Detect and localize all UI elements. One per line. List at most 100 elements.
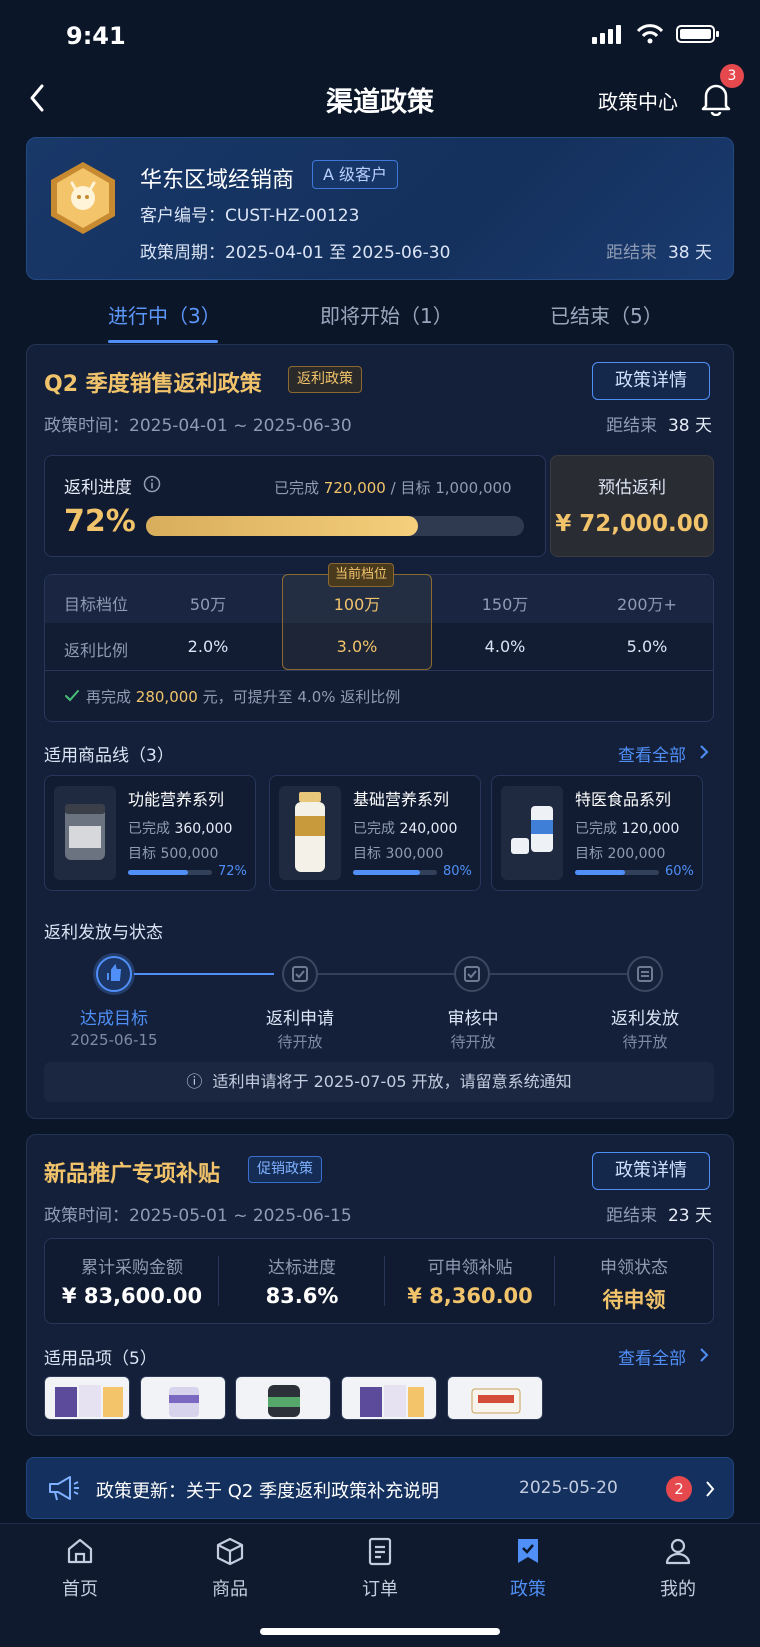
product-done-label: 已完成 bbox=[575, 821, 617, 837]
policy2-detail-button[interactable]: 政策详情 bbox=[592, 1152, 710, 1190]
product-done-value: 120,000 bbox=[621, 821, 680, 837]
chevron-right-icon[interactable] bbox=[698, 744, 710, 760]
product-pct: 72% bbox=[218, 864, 247, 879]
hint-suffix: 元，可提升至 4.0% 返利比例 bbox=[202, 688, 401, 706]
notification-badge: 3 bbox=[720, 64, 744, 88]
estimate-box bbox=[550, 455, 714, 557]
tier-row2-label: 返利比例 bbox=[64, 641, 129, 660]
tier-level: 200万+ bbox=[617, 595, 677, 614]
stat-value: ¥ 83,600.00 bbox=[61, 1284, 203, 1308]
tab-ended[interactable]: 已结束（5） bbox=[550, 300, 663, 329]
product-done: 已完成 360,000 bbox=[128, 818, 232, 838]
step-connector bbox=[318, 973, 458, 975]
product-name: 基础营养系列 bbox=[353, 790, 450, 809]
nav-orders[interactable]: 订单 bbox=[335, 1535, 425, 1601]
completed-value: 720,000 bbox=[323, 479, 386, 497]
product-target-label: 目标 bbox=[575, 846, 603, 862]
product-target-label: 目标 bbox=[353, 846, 381, 862]
customer-name: 华东区域经销商 bbox=[140, 168, 295, 193]
nav-label: 订单 bbox=[362, 1579, 398, 1600]
product-name: 功能营养系列 bbox=[128, 790, 225, 809]
step-sub: 待开放 bbox=[450, 1033, 496, 1051]
progress-label: 返利进度 bbox=[64, 478, 132, 498]
announcement-title: 关于 Q2 季度返利政策补充说明 bbox=[186, 1481, 440, 1502]
stat-divider bbox=[218, 1256, 219, 1306]
policy1-time: 政策时间：2025-04-01 ~ 2025-06-30 bbox=[44, 411, 352, 436]
step-sub: 2025-06-15 bbox=[70, 1031, 158, 1049]
step-reached-icon bbox=[96, 956, 132, 992]
item-thumbnail[interactable] bbox=[235, 1376, 331, 1420]
policy-center-link[interactable]: 政策中心 bbox=[598, 86, 678, 115]
tab-in-progress[interactable]: 进行中（3） bbox=[108, 300, 221, 329]
product-progress-fill bbox=[353, 870, 421, 875]
nav-home[interactable]: 首页 bbox=[35, 1535, 125, 1601]
product-target: 目标 300,000 bbox=[353, 843, 443, 863]
wifi-icon bbox=[636, 24, 664, 44]
tier-level: 150万 bbox=[481, 595, 529, 614]
policy1-detail-button[interactable]: 政策详情 bbox=[592, 362, 710, 400]
items-view-all[interactable]: 查看全部 bbox=[618, 1344, 686, 1369]
item-thumbnail[interactable] bbox=[447, 1376, 543, 1420]
item-thumbnail[interactable] bbox=[341, 1376, 437, 1420]
stat-label: 达标进度 bbox=[268, 1258, 336, 1278]
hint-amount: 280,000 bbox=[135, 688, 198, 706]
user-icon bbox=[665, 1538, 691, 1565]
tab-underline bbox=[108, 340, 218, 343]
product-done-value: 240,000 bbox=[399, 821, 458, 837]
product-pct: 60% bbox=[665, 864, 694, 879]
nav-products[interactable]: 商品 bbox=[185, 1535, 275, 1601]
info-icon[interactable] bbox=[143, 475, 161, 493]
order-icon bbox=[368, 1537, 392, 1566]
policy1-days-value: 38 天 bbox=[667, 416, 712, 436]
step-label: 返利发放 bbox=[611, 1009, 679, 1029]
nav-label: 首页 bbox=[62, 1579, 98, 1600]
step-label: 达成目标 bbox=[80, 1009, 148, 1029]
step-connector-active bbox=[134, 973, 274, 975]
stat-value: 83.6% bbox=[265, 1284, 339, 1308]
tab-upcoming[interactable]: 即将开始（1） bbox=[320, 300, 453, 329]
tier-rate: 3.0% bbox=[336, 637, 378, 656]
policy2-time-value: 2025-05-01 ~ 2025-06-15 bbox=[129, 1206, 352, 1226]
customer-level-badge: A 级客户 bbox=[312, 160, 399, 189]
policy1-days-left: 距结束 38 天 bbox=[606, 411, 712, 436]
tier-level: 100万 bbox=[333, 595, 381, 614]
days-left-label: 距结束 bbox=[606, 243, 658, 263]
product-progress-fill bbox=[128, 870, 189, 875]
estimate-value: ¥ 72,000.00 bbox=[555, 511, 709, 537]
stat-label: 可申领补贴 bbox=[427, 1258, 513, 1278]
product-target: 目标 500,000 bbox=[128, 843, 218, 863]
product-target-label: 目标 bbox=[128, 846, 156, 862]
product-pct: 80% bbox=[443, 864, 472, 879]
nav-label: 政策 bbox=[510, 1579, 546, 1600]
customer-id: 客户编号：CUST-HZ-00123 bbox=[140, 201, 359, 226]
item-thumbnail[interactable] bbox=[140, 1376, 226, 1420]
progress-amounts: 已完成 720,000 / 目标 1,000,000 bbox=[274, 477, 512, 498]
nav-policy[interactable]: 政策 bbox=[483, 1535, 573, 1601]
period-value: 2025-04-01 至 2025-06-30 bbox=[225, 243, 451, 263]
product-target: 目标 200,000 bbox=[575, 843, 665, 863]
tier-row1-label: 目标档位 bbox=[64, 595, 129, 614]
policy2-time-label: 政策时间： bbox=[44, 1206, 129, 1226]
amount-slash: / bbox=[390, 479, 396, 497]
announcement-count-badge: 2 bbox=[666, 1476, 692, 1502]
tier-rate: 2.0% bbox=[187, 637, 229, 656]
medal-icon bbox=[51, 162, 115, 234]
stat-label: 申领状态 bbox=[600, 1258, 668, 1278]
step-connector bbox=[490, 973, 630, 975]
claim-status-value: 待申领 bbox=[602, 1288, 666, 1312]
nav-me[interactable]: 我的 bbox=[633, 1535, 723, 1601]
products-view-all[interactable]: 查看全部 bbox=[618, 741, 686, 766]
product-done: 已完成 120,000 bbox=[575, 818, 679, 838]
customer-period: 政策周期：2025-04-01 至 2025-06-30 bbox=[140, 238, 450, 263]
days-left-value: 38 天 bbox=[667, 243, 712, 263]
status-icons bbox=[592, 24, 720, 44]
status-time: 9:41 bbox=[66, 22, 126, 50]
chevron-right-icon[interactable] bbox=[698, 1347, 710, 1363]
item-thumbnail[interactable] bbox=[44, 1376, 130, 1420]
announcement-text: 政策更新：关于 Q2 季度返利政策补充说明 bbox=[96, 1477, 439, 1503]
product-image bbox=[54, 786, 116, 880]
chevron-right-icon[interactable] bbox=[704, 1480, 716, 1498]
megaphone-icon bbox=[49, 1476, 79, 1501]
box-icon bbox=[216, 1537, 244, 1566]
product-name: 特医食品系列 bbox=[575, 790, 672, 809]
